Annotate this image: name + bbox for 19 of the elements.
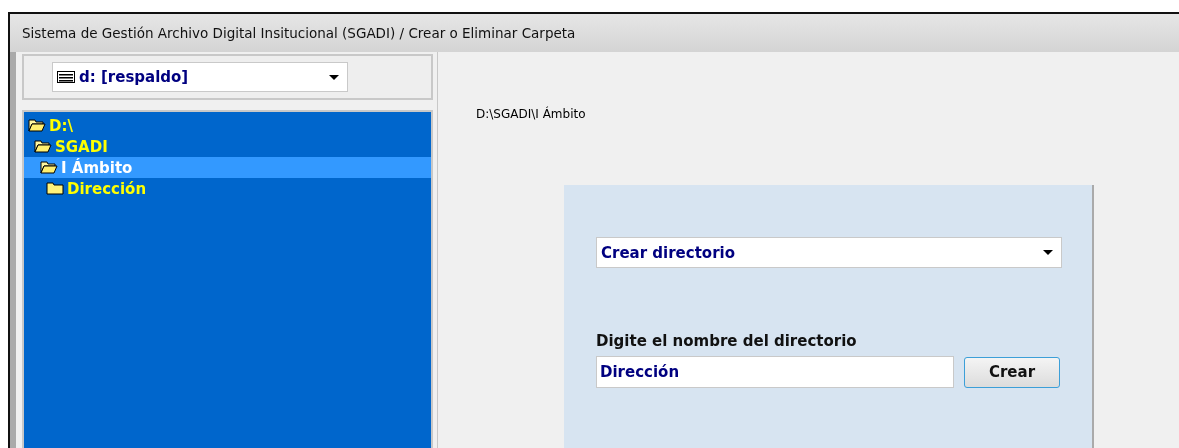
name-input-field[interactable]: Dirección — [596, 356, 954, 388]
field-label: Digite el nombre del directorio — [596, 332, 858, 350]
open-folder-icon — [28, 119, 46, 132]
tree-item[interactable]: Dirección — [24, 178, 431, 199]
dropdown-caret-icon — [329, 74, 339, 80]
current-path: D:\SGADI\I Ámbito — [476, 107, 587, 121]
open-folder-icon — [40, 161, 58, 174]
select-value: Crear directorio — [601, 243, 736, 262]
folder-icon — [46, 182, 64, 195]
drive-icon — [57, 71, 75, 83]
tree-item[interactable]: SGADI — [24, 136, 431, 157]
create-button[interactable]: Crear — [964, 356, 1060, 388]
dropdown-caret-icon — [1043, 250, 1053, 255]
open-folder-icon — [34, 140, 52, 153]
action-select[interactable]: Crear directorio — [596, 237, 1062, 268]
tree-item[interactable]: D:\ — [24, 115, 431, 136]
select-value: d: [respaldo] — [79, 68, 190, 86]
drive-select[interactable]: d: [respaldo] — [52, 62, 348, 92]
window-title: Sistema de Gestión Archivo Digital Insitucional (SGADI) / Crear o Eliminar Carpeta — [22, 25, 576, 41]
